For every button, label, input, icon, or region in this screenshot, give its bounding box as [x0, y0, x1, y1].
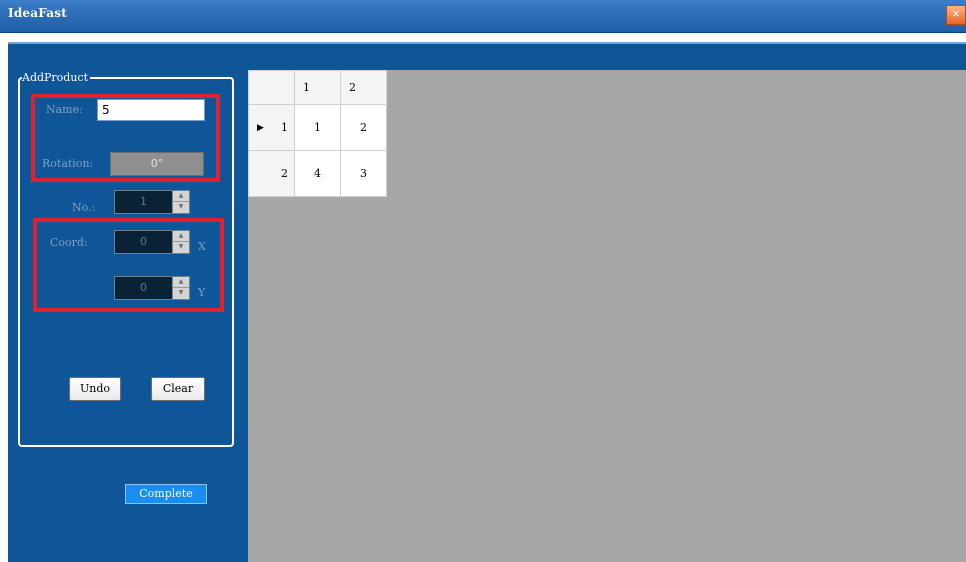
coord-x-value[interactable]: 0 [115, 231, 172, 253]
column-header[interactable]: 2 [340, 70, 387, 105]
undo-button[interactable]: Undo [69, 377, 121, 401]
name-input[interactable]: 5 [97, 99, 205, 121]
spin-up-icon[interactable]: ▲ [173, 191, 189, 202]
row-header[interactable]: ▶ 1 [248, 104, 295, 151]
coord-y-spinner[interactable]: 0 ▲ ▼ [114, 276, 190, 300]
title-bar[interactable]: IdeaFast × [0, 0, 966, 33]
row-header-label: 1 [281, 121, 288, 134]
main-panel: AddProduct Name: 5 Rotation: 0° No.: 1 ▲… [8, 42, 966, 562]
coord-x-spinner[interactable]: 0 ▲ ▼ [114, 230, 190, 254]
grid-cell[interactable]: 4 [294, 150, 341, 197]
y-axis-label: Y [198, 286, 206, 299]
spin-up-icon[interactable]: ▲ [173, 231, 189, 242]
name-label: Name: [46, 103, 83, 116]
row-header-label: 2 [281, 167, 288, 180]
column-header[interactable]: 1 [294, 70, 341, 105]
coord-label: Coord: [50, 236, 88, 249]
clear-button[interactable]: Clear [151, 377, 205, 401]
selected-row-icon: ▶ [257, 123, 264, 133]
product-grid-canvas[interactable]: 1 2 ▶ 1 1 2 2 4 3 [248, 70, 966, 562]
number-spinner-value[interactable]: 1 [115, 191, 172, 213]
spin-up-icon[interactable]: ▲ [173, 277, 189, 288]
number-label: No.: [72, 201, 96, 214]
add-product-group-title: AddProduct [22, 71, 91, 84]
spin-down-icon[interactable]: ▼ [173, 288, 189, 298]
rotation-button[interactable]: 0° [110, 152, 204, 176]
coord-x-arrows[interactable]: ▲ ▼ [172, 231, 189, 253]
window-title: IdeaFast [8, 6, 67, 20]
grid-cell[interactable]: 2 [340, 104, 387, 151]
grid-corner-cell [248, 70, 295, 105]
complete-button[interactable]: Complete [125, 484, 207, 504]
rotation-label: Rotation: [42, 157, 94, 170]
number-spinner[interactable]: 1 ▲ ▼ [114, 190, 190, 214]
coord-y-value[interactable]: 0 [115, 277, 172, 299]
grid-cell[interactable]: 1 [294, 104, 341, 151]
spin-down-icon[interactable]: ▼ [173, 242, 189, 252]
x-axis-label: X [198, 240, 206, 253]
grid-cell[interactable]: 3 [340, 150, 387, 197]
spin-down-icon[interactable]: ▼ [173, 202, 189, 212]
coord-y-arrows[interactable]: ▲ ▼ [172, 277, 189, 299]
app-window: IdeaFast × AddProduct Name: 5 Rotation: … [0, 0, 966, 562]
product-grid[interactable]: 1 2 ▶ 1 1 2 2 4 3 [248, 70, 387, 197]
number-spinner-arrows[interactable]: ▲ ▼ [172, 191, 189, 213]
row-header[interactable]: 2 [248, 150, 295, 197]
close-icon[interactable]: × [946, 5, 966, 25]
